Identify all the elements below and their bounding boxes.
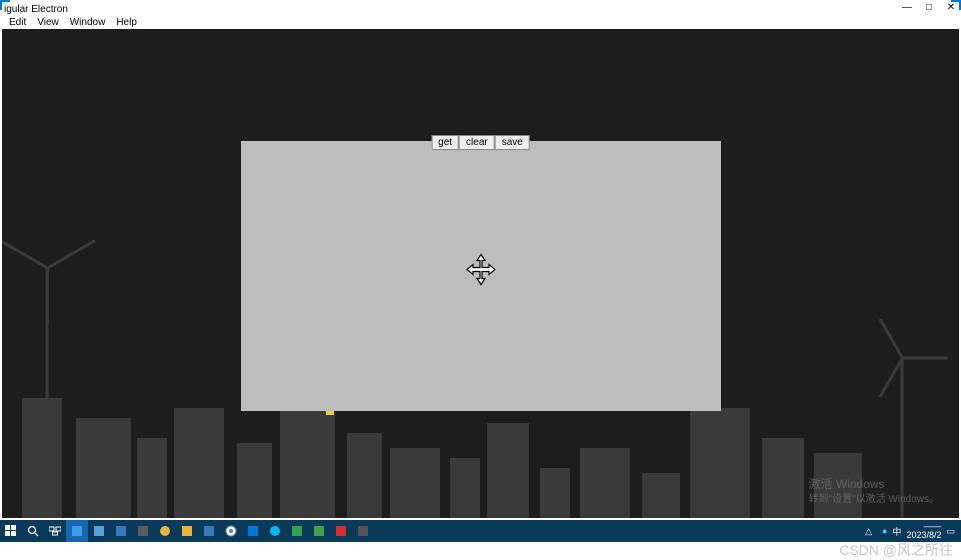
csdn-watermark: CSDN @风之所往	[839, 540, 953, 560]
menu-edit[interactable]: Edit	[4, 17, 31, 28]
app-content: get clear save 激活 Windows 转到"设置"以激活 Wind…	[2, 29, 959, 518]
search-icon[interactable]	[22, 520, 44, 542]
minimize-button[interactable]: —	[901, 2, 913, 13]
notification-center-icon[interactable]: ▭	[946, 526, 955, 537]
taskbar-app[interactable]	[88, 520, 110, 542]
activation-watermark: 激活 Windows 转到"设置"以激活 Windows。	[809, 477, 939, 506]
menu-view[interactable]: View	[32, 17, 64, 28]
tray-icon[interactable]: ●	[882, 526, 887, 536]
app-window: igular Electron — □ ✕ Edit View Window H…	[2, 2, 959, 518]
menu-help[interactable]: Help	[111, 17, 142, 28]
clear-button[interactable]: clear	[459, 135, 495, 150]
taskbar-app[interactable]	[220, 520, 242, 542]
taskbar-app[interactable]	[176, 520, 198, 542]
titlebar[interactable]: igular Electron — □ ✕	[2, 2, 959, 16]
taskbar-app[interactable]	[330, 520, 352, 542]
watermark-line1: 激活 Windows	[809, 477, 939, 493]
taskbar-app[interactable]	[110, 520, 132, 542]
menubar: Edit View Window Help	[2, 16, 959, 29]
task-view-icon[interactable]	[44, 520, 66, 542]
taskbar-app[interactable]	[66, 520, 88, 542]
menu-window[interactable]: Window	[65, 17, 111, 28]
maximize-button[interactable]: □	[923, 2, 935, 13]
ime-indicator[interactable]: 中	[892, 525, 901, 538]
taskbar-app[interactable]	[132, 520, 154, 542]
save-button[interactable]: save	[495, 135, 530, 150]
clock-date: 2023/8/2	[906, 531, 941, 540]
get-button[interactable]: get	[431, 135, 459, 150]
taskbar-app[interactable]	[286, 520, 308, 542]
start-button[interactable]	[0, 520, 22, 542]
canvas-area[interactable]	[241, 141, 721, 411]
toolbar: get clear save	[431, 135, 530, 150]
taskbar[interactable]: △ ● 中 —— 2023/8/2 ▭	[0, 520, 961, 542]
taskbar-app[interactable]	[154, 520, 176, 542]
tray-overflow-icon[interactable]: △	[865, 526, 872, 537]
window-title: igular Electron	[4, 4, 68, 15]
taskbar-app[interactable]	[264, 520, 286, 542]
taskbar-app[interactable]	[198, 520, 220, 542]
taskbar-app[interactable]	[242, 520, 264, 542]
taskbar-app[interactable]	[308, 520, 330, 542]
close-button[interactable]: ✕	[945, 2, 957, 13]
taskbar-clock[interactable]: —— 2023/8/2	[906, 522, 941, 540]
taskbar-app[interactable]	[352, 520, 374, 542]
move-cursor-icon	[464, 252, 498, 289]
watermark-line2: 转到"设置"以激活 Windows。	[809, 493, 939, 506]
